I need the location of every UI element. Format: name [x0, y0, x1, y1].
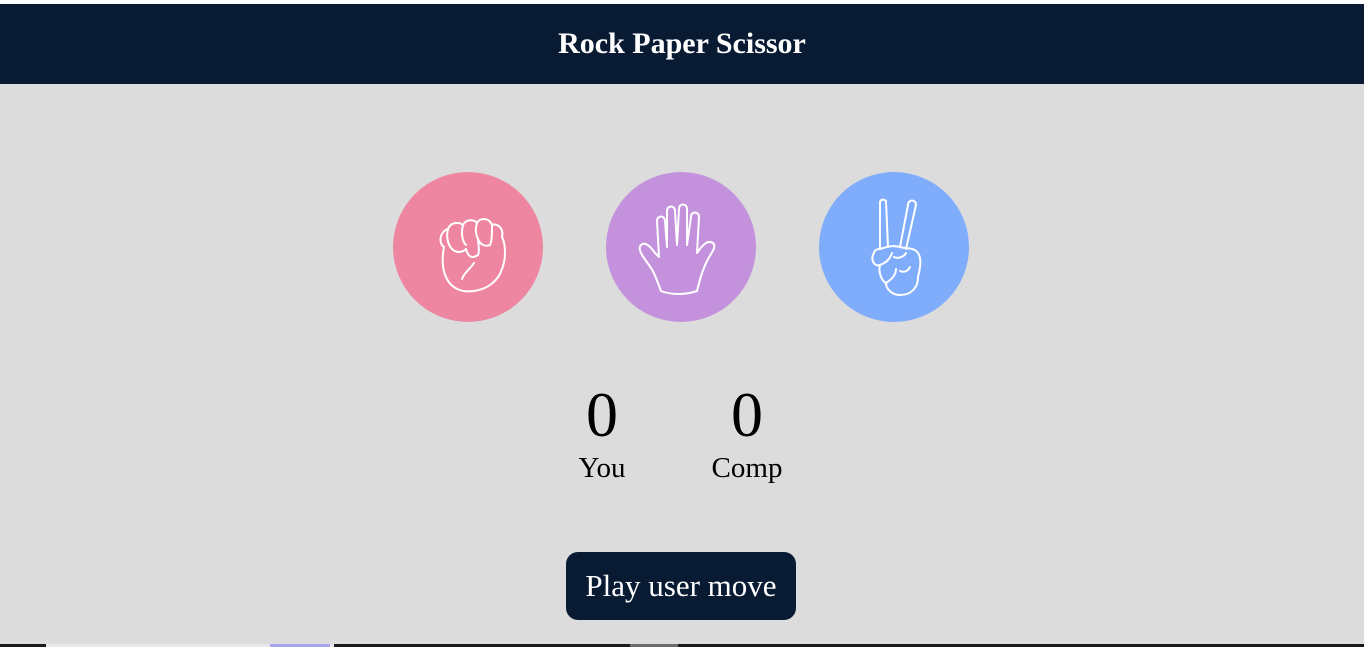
user-score-panel: 0 You — [542, 380, 662, 486]
user-score-label: You — [578, 452, 626, 484]
paper-choice[interactable] — [606, 172, 756, 322]
page-title: Rock Paper Scissor — [558, 27, 806, 60]
header-bar: Rock Paper Scissor — [0, 4, 1364, 84]
peace-hand-icon — [871, 198, 922, 296]
user-score-value: 0 — [586, 379, 618, 450]
scissor-choice[interactable] — [819, 172, 969, 322]
comp-score-value: 0 — [731, 379, 763, 450]
rock-choice[interactable] — [393, 172, 543, 322]
open-hand-icon — [638, 203, 716, 295]
comp-score-panel: 0 Comp — [687, 380, 807, 486]
play-move-button[interactable]: Play user move — [566, 552, 796, 620]
comp-score-label: Comp — [711, 452, 783, 484]
fist-icon — [439, 218, 506, 293]
choices-row — [0, 172, 1364, 322]
